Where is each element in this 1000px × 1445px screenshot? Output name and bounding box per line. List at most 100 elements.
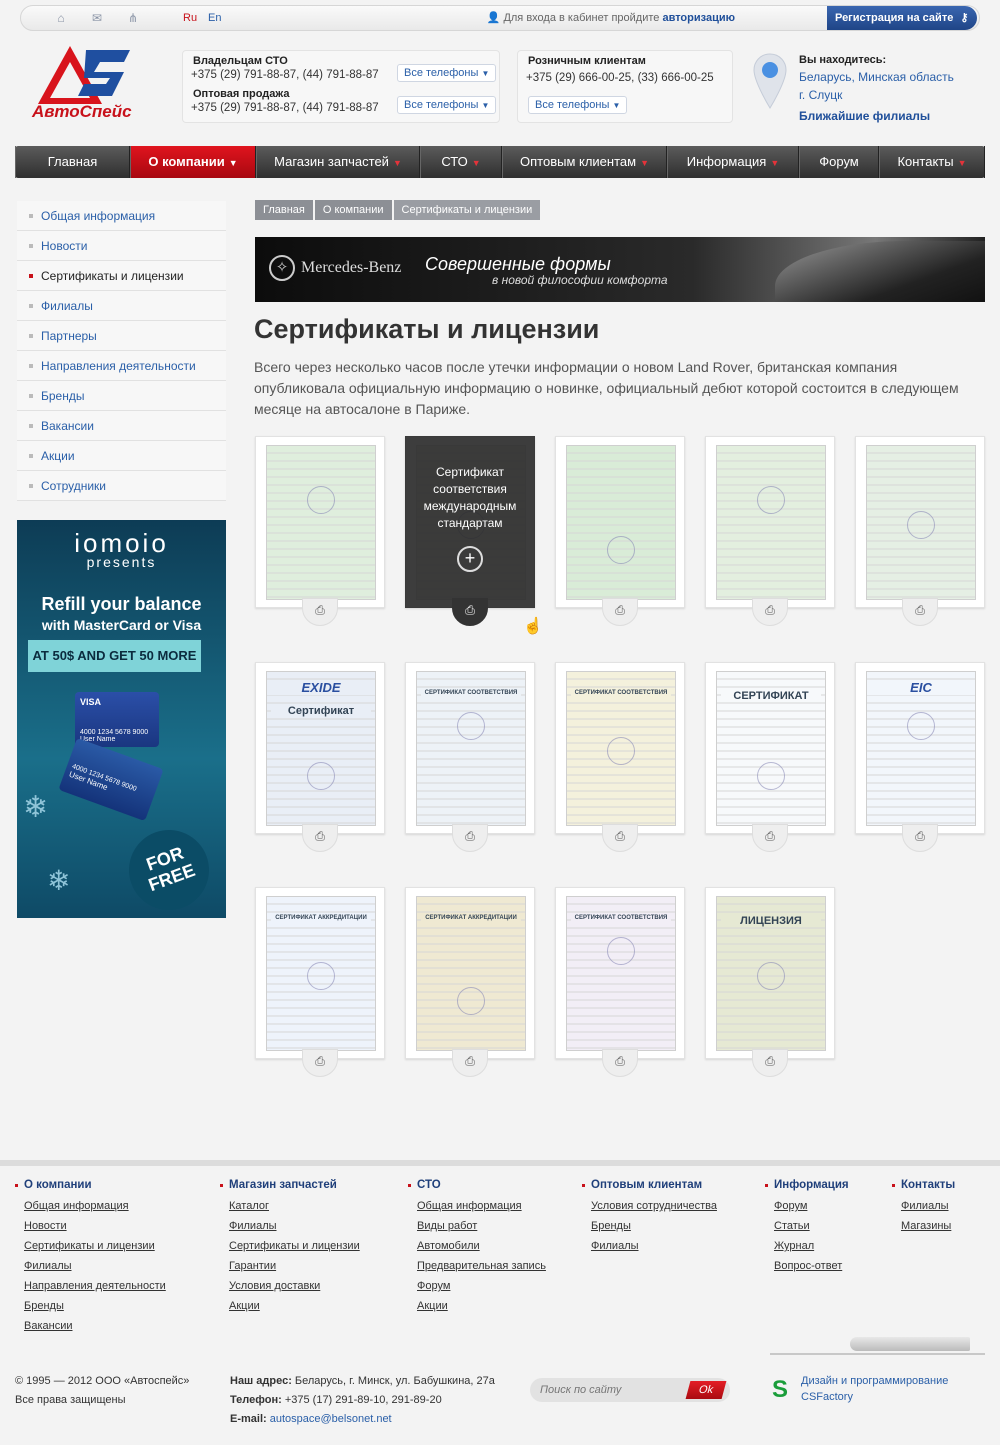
footer-link[interactable]: Статьи <box>765 1216 849 1236</box>
promo-banner[interactable]: ✧ Mercedes-Benz Совершенные формы в ново… <box>255 237 985 302</box>
zoom-in-icon[interactable]: + <box>457 546 483 572</box>
footer-link[interactable]: Общая информация <box>408 1196 546 1216</box>
sidebar-item-directions[interactable]: Направления деятельности <box>17 351 226 381</box>
footer-link[interactable]: Вакансии <box>15 1316 166 1336</box>
sidebar-item-branches[interactable]: Филиалы <box>17 291 226 321</box>
print-icon[interactable]: ⎙ <box>752 1049 788 1077</box>
retail-all-phones-dropdown[interactable]: Все телефоны ▼ <box>528 96 628 114</box>
nav-contacts[interactable]: Контакты ▼ <box>879 146 985 178</box>
certificate-thumbnail[interactable]: СЕРТИФИКАТ АККРЕДИТАЦИИ ⎙ <box>255 887 385 1077</box>
lang-en-link[interactable]: En <box>208 12 221 24</box>
nav-home[interactable]: Главная <box>15 146 130 178</box>
sidebar-ad-banner[interactable]: iomoio presents Refill your balance with… <box>17 520 226 918</box>
footer-link[interactable]: Направления деятельности <box>15 1276 166 1296</box>
certificate-thumbnail[interactable]: СЕРТИФИКАТ ⎙ <box>705 662 835 852</box>
certificate-thumbnail[interactable]: СЕРТИФИКАТ СООТВЕТСТВИЯ ⎙ <box>555 662 685 852</box>
print-icon[interactable]: ⎙ <box>302 598 338 626</box>
footer-column-title[interactable]: СТО <box>408 1179 546 1191</box>
sidebar-item-brands[interactable]: Бренды <box>17 381 226 411</box>
certificate-thumbnail[interactable]: ЛИЦЕНЗИЯ ⎙ <box>705 887 835 1077</box>
mail-icon[interactable]: ✉ <box>89 11 105 25</box>
footer-link[interactable]: Гарантии <box>220 1256 360 1276</box>
sidebar-item-vacancies[interactable]: Вакансии <box>17 411 226 441</box>
nav-info[interactable]: Информация ▼ <box>667 146 799 178</box>
sidebar-item-staff[interactable]: Сотрудники <box>17 471 226 501</box>
certificate-thumbnail[interactable]: ⎙ <box>555 436 685 626</box>
lang-ru-link[interactable]: Ru <box>183 12 197 24</box>
search-button[interactable]: Ok <box>685 1381 727 1399</box>
footer-link[interactable]: Филиалы <box>582 1236 717 1256</box>
sto-all-phones-dropdown[interactable]: Все телефоны ▼ <box>397 64 497 82</box>
nav-wholesale[interactable]: Оптовым клиентам ▼ <box>502 146 667 178</box>
print-icon[interactable]: ⎙ <box>752 824 788 852</box>
footer-column-title[interactable]: Оптовым клиентам <box>582 1179 717 1191</box>
footer-column-title[interactable]: Информация <box>765 1179 849 1191</box>
location-city-link[interactable]: г. Слуцк <box>799 88 842 102</box>
location-region-link[interactable]: Беларусь, Минская область <box>799 70 954 84</box>
design-credit-link[interactable]: Дизайн и программирование CSFactory <box>801 1373 948 1405</box>
print-icon[interactable]: ⎙ <box>302 1049 338 1077</box>
print-icon[interactable]: ⎙ <box>602 824 638 852</box>
sidebar-item-news[interactable]: Новости <box>17 231 226 261</box>
footer-link[interactable]: Филиалы <box>15 1256 166 1276</box>
sitemap-icon[interactable]: ⋔ <box>125 11 141 25</box>
footer-link[interactable]: Вопрос-ответ <box>765 1256 849 1276</box>
sidebar-item-partners[interactable]: Партнеры <box>17 321 226 351</box>
print-icon[interactable]: ⎙ <box>602 598 638 626</box>
footer-link[interactable]: Акции <box>220 1296 360 1316</box>
footer-link[interactable]: Филиалы <box>892 1196 955 1216</box>
nav-about[interactable]: О компании ▼ <box>130 146 256 178</box>
footer-link[interactable]: Бренды <box>582 1216 717 1236</box>
certificate-thumbnail[interactable]: СЕРТИФИКАТ АККРЕДИТАЦИИ ⎙ <box>405 887 535 1077</box>
certificate-thumbnail[interactable]: ⎙ <box>255 436 385 626</box>
print-icon[interactable]: ⎙ <box>302 824 338 852</box>
footer-link[interactable]: Бренды <box>15 1296 166 1316</box>
email-link[interactable]: autospace@belsonet.net <box>270 1413 392 1425</box>
certificate-thumbnail[interactable]: EIC ⎙ <box>855 662 985 852</box>
nav-sto[interactable]: СТО ▼ <box>420 146 502 178</box>
footer-link[interactable]: Сертификаты и лицензии <box>15 1236 166 1256</box>
nearest-branches-link[interactable]: Ближайшие филиалы <box>799 109 930 123</box>
site-logo[interactable]: АвтоСпейс <box>30 44 150 128</box>
footer-link[interactable]: Условия доставки <box>220 1276 360 1296</box>
print-icon[interactable]: ⎙ <box>452 824 488 852</box>
footer-link[interactable]: Форум <box>408 1276 546 1296</box>
certificate-thumbnail[interactable]: СЕРТИФИКАТ СООТВЕТСТВИЯ ⎙ <box>555 887 685 1077</box>
breadcrumb-about[interactable]: О компании <box>314 200 392 220</box>
footer-link[interactable]: Форум <box>765 1196 849 1216</box>
certificate-thumbnail[interactable]: ⎙ <box>855 436 985 626</box>
sidebar-item-certificates[interactable]: Сертификаты и лицензии <box>17 261 226 291</box>
footer-link[interactable]: Автомобили <box>408 1236 546 1256</box>
footer-link[interactable]: Общая информация <box>15 1196 166 1216</box>
footer-link[interactable]: Филиалы <box>220 1216 360 1236</box>
print-icon[interactable]: ⎙ <box>902 824 938 852</box>
register-button[interactable]: Регистрация на сайте ⚷ <box>827 6 977 30</box>
footer-link[interactable]: Журнал <box>765 1236 849 1256</box>
footer-link[interactable]: Каталог <box>220 1196 360 1216</box>
print-icon[interactable]: ⎙ <box>752 598 788 626</box>
footer-column-title[interactable]: Магазин запчастей <box>220 1179 360 1191</box>
print-icon[interactable]: ⎙ <box>452 1049 488 1077</box>
wholesale-all-phones-dropdown[interactable]: Все телефоны ▼ <box>397 96 497 114</box>
certificate-hover-overlay[interactable]: Сертификат соответствия международным ст… <box>405 436 535 608</box>
certificate-thumbnail[interactable]: Сертификат соответствия международным ст… <box>405 436 535 626</box>
sidebar-item-promotions[interactable]: Акции <box>17 441 226 471</box>
footer-column-title[interactable]: Контакты <box>892 1179 955 1191</box>
home-icon[interactable]: ⌂ <box>53 11 69 25</box>
nav-parts-shop[interactable]: Магазин запчастей ▼ <box>256 146 420 178</box>
footer-link[interactable]: Сертификаты и лицензии <box>220 1236 360 1256</box>
breadcrumb-home[interactable]: Главная <box>255 200 313 220</box>
search-input[interactable] <box>540 1382 680 1398</box>
footer-link[interactable]: Условия сотрудничества <box>582 1196 717 1216</box>
nav-forum[interactable]: Форум <box>799 146 879 178</box>
certificate-thumbnail[interactable]: СЕРТИФИКАТ СООТВЕТСТВИЯ ⎙ <box>405 662 535 852</box>
print-icon[interactable]: ⎙ <box>452 598 488 626</box>
footer-link[interactable]: Акции <box>408 1296 546 1316</box>
footer-link[interactable]: Предварительная запись <box>408 1256 546 1276</box>
footer-link[interactable]: Магазины <box>892 1216 955 1236</box>
print-icon[interactable]: ⎙ <box>602 1049 638 1077</box>
certificate-thumbnail[interactable]: ⎙ <box>705 436 835 626</box>
sidebar-item-general-info[interactable]: Общая информация <box>17 201 226 231</box>
login-link[interactable]: авторизацию <box>662 12 735 24</box>
footer-link[interactable]: Новости <box>15 1216 166 1236</box>
